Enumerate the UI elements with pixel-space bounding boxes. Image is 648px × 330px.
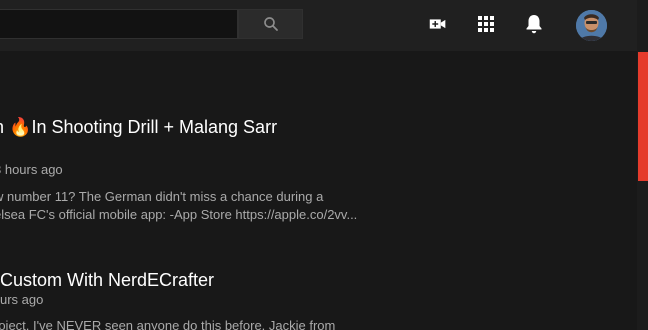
result-title-prefix: n [0, 117, 9, 137]
result-description-line: w number 11? The German didn't miss a ch… [0, 189, 324, 204]
avatar[interactable] [576, 10, 607, 41]
apps-button[interactable] [474, 12, 498, 36]
result-title[interactable]: n 🔥In Shooting Drill + Malang Sarr [0, 116, 277, 138]
result-description-line: roject, I've NEVER seen anyone do this b… [0, 318, 336, 330]
scrollbar-thumb[interactable] [638, 52, 648, 181]
create-video-button[interactable] [426, 12, 450, 36]
search-icon [263, 17, 278, 31]
result-meta: urs ago [0, 292, 44, 307]
result-meta: 3 hours ago [0, 162, 63, 177]
result-title[interactable]: Custom With NerdECrafter [0, 269, 214, 291]
search-button[interactable] [238, 9, 303, 39]
page: n 🔥In Shooting Drill + Malang Sarr 3 hou… [0, 0, 648, 330]
video-camera-add-icon [429, 19, 446, 29]
bell-icon [526, 15, 542, 34]
result-description-line: elsea FC's official mobile app: -App Sto… [0, 207, 358, 222]
masthead [0, 0, 637, 51]
fire-emoji: 🔥 [9, 117, 32, 137]
avatar-image [576, 10, 607, 41]
scrollbar[interactable] [637, 0, 648, 330]
result-title-text: In Shooting Drill + Malang Sarr [31, 117, 278, 137]
notifications-button[interactable] [522, 12, 546, 36]
apps-grid-icon [478, 16, 494, 32]
search-input[interactable] [0, 9, 238, 39]
